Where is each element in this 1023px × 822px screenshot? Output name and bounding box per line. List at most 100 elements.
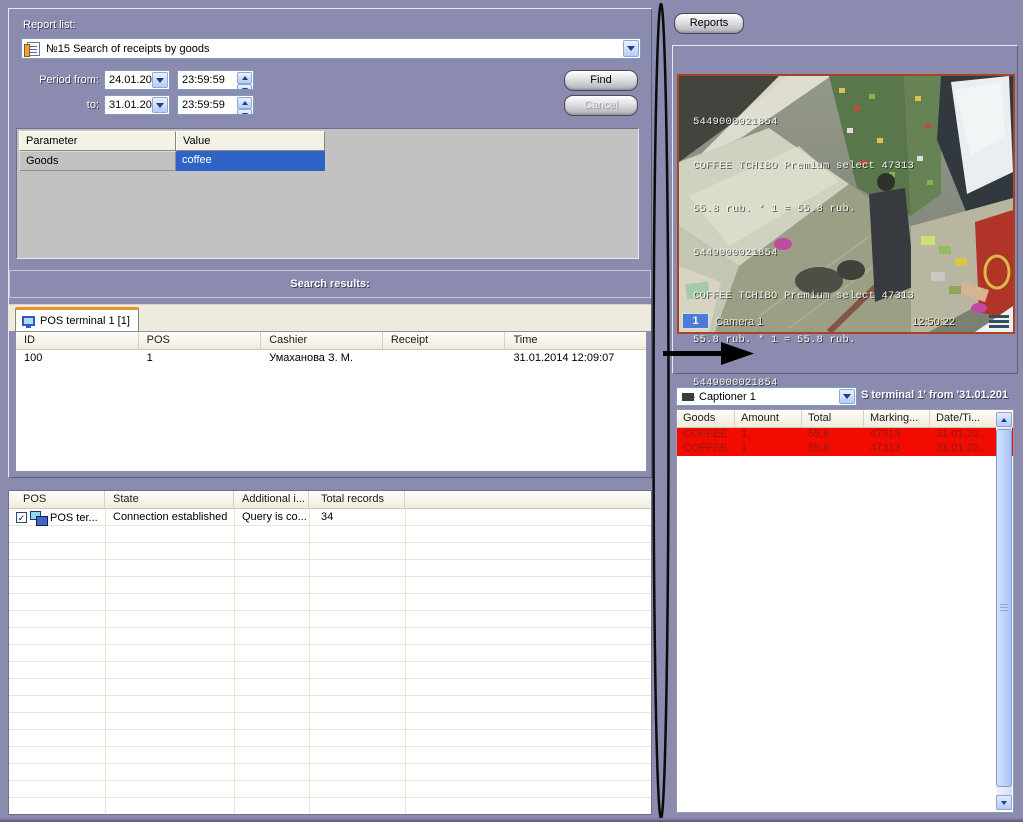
cell-marking: 47313 — [864, 428, 930, 442]
arrow-up-icon — [1001, 415, 1007, 422]
cancel-button[interactable]: Cancel — [564, 95, 638, 116]
chevron-down-icon — [843, 394, 851, 403]
period-to-label: to: — [9, 99, 99, 111]
date-from-dropdown-button[interactable] — [152, 72, 168, 88]
camera-menu-icon[interactable] — [989, 315, 1009, 328]
results-table-header: ID POS Cashier Receipt Time — [16, 332, 646, 350]
spin-down-button[interactable] — [237, 109, 252, 115]
chevron-down-icon — [627, 46, 635, 55]
cell-receipt — [383, 350, 506, 367]
pos-terminal-checkbox[interactable]: ✓ — [16, 512, 27, 523]
scroll-up-button[interactable] — [996, 412, 1012, 427]
time-to-field[interactable]: 23:59:59 — [177, 95, 254, 115]
date-from-field[interactable]: 24.01.2014 — [104, 70, 170, 90]
column-header-date-time[interactable]: Date/Ti... — [930, 410, 997, 427]
column-header-total[interactable]: Total — [802, 410, 864, 427]
column-header-receipt[interactable]: Receipt — [383, 332, 506, 349]
arrow-down-icon — [242, 113, 248, 115]
terminal-tab-strip: POS terminal 1 [1] — [9, 304, 651, 331]
divider-ellipse-annotation — [650, 1, 672, 821]
parameter-column-header[interactable]: Parameter — [19, 131, 176, 151]
camera-timestamp: 12:50:22 — [912, 316, 955, 328]
cell-id: 100 — [16, 350, 139, 367]
date-to-field[interactable]: 31.01.2014 — [104, 95, 170, 115]
time-from-spinner[interactable] — [237, 72, 252, 88]
flow-arrow-annotation — [661, 341, 757, 365]
find-button[interactable]: Find — [564, 70, 638, 91]
status-table-header: POS State Additional i... Total records — [9, 491, 651, 509]
pos-intellect-window: Report list: №15 Search of receipts by g… — [0, 0, 1023, 822]
cell-additional-info: Query is co... — [234, 509, 309, 526]
arrow-down-icon — [242, 88, 248, 90]
camera-number-badge[interactable]: 1 — [682, 313, 709, 329]
report-list-combobox[interactable]: №15 Search of receipts by goods — [21, 38, 641, 59]
time-to-value: 23:59:59 — [178, 99, 225, 111]
captioner-title: S terminal 1' from '31.01.201 — [861, 389, 1008, 401]
reports-button[interactable]: Reports — [674, 13, 744, 34]
search-results-heading: Search results: — [9, 270, 651, 298]
table-row[interactable]: COFFEE ... 1 55,8 47313 31.01.20... — [677, 442, 1013, 456]
captioner-dropdown-button[interactable] — [839, 389, 855, 404]
arrow-down-icon — [1001, 801, 1007, 808]
column-header-additional[interactable]: Additional i... — [234, 491, 309, 508]
column-header-pos[interactable]: POS — [9, 491, 105, 508]
report-icon — [27, 42, 40, 56]
time-from-field[interactable]: 23:59:59 — [177, 70, 254, 90]
chevron-down-icon — [156, 78, 164, 87]
period-from-label: Period from: — [9, 74, 99, 86]
cell-total-records: 34 — [309, 509, 405, 526]
column-header-time[interactable]: Time — [505, 332, 646, 349]
column-header-goods[interactable]: Goods — [677, 410, 735, 427]
column-header-cashier[interactable]: Cashier — [261, 332, 383, 349]
column-header-empty — [405, 491, 651, 508]
column-header-total-records[interactable]: Total records — [309, 491, 405, 508]
table-row[interactable]: 100 1 Умаханова З. М. 31.01.2014 12:09:0… — [16, 350, 646, 367]
cell-date-time: 31.01.20... — [930, 428, 997, 442]
captioner-combobox[interactable]: Captioner 1 — [676, 387, 857, 406]
cell-cashier: Умаханова З. М. — [261, 350, 383, 367]
cell-pos: 1 — [139, 350, 262, 367]
captioner-combo-value: Captioner 1 — [699, 391, 756, 403]
table-row[interactable]: ✓ POS ter... Connection established Quer… — [9, 509, 651, 526]
goods-scrollbar[interactable] — [996, 412, 1012, 810]
arrow-up-icon — [242, 98, 248, 105]
cell-pos: ✓ POS ter... — [9, 509, 105, 526]
spin-up-button[interactable] — [237, 72, 252, 84]
cell-total: 55,8 — [802, 442, 864, 456]
camera-monitor-panel: 5449000021854 COFFEE TCHIBO Premium sele… — [672, 45, 1018, 374]
chevron-down-icon — [156, 103, 164, 112]
parameter-value-cell[interactable]: coffee — [176, 151, 325, 171]
goods-table-header: Goods Amount Total Marking... Date/Ti... — [677, 410, 1013, 428]
time-to-spinner[interactable] — [237, 97, 252, 113]
cell-goods: COFFEE ... — [677, 442, 735, 456]
table-row[interactable]: COFFEE ... 1 55,8 47313 31.01.20... — [677, 428, 1013, 442]
status-table-body: ✓ POS ter... Connection established Quer… — [9, 509, 651, 814]
receipts-results-table: ID POS Cashier Receipt Time 100 1 Умахан… — [15, 331, 647, 472]
spin-up-button[interactable] — [237, 97, 252, 109]
column-header-id[interactable]: ID — [16, 332, 139, 349]
column-header-marking[interactable]: Marking... — [864, 410, 930, 427]
receipt-search-panel: Report list: №15 Search of receipts by g… — [8, 8, 652, 478]
tab-label: POS terminal 1 [1] — [40, 315, 130, 327]
scrollbar-thumb[interactable] — [996, 429, 1012, 787]
scroll-down-button[interactable] — [996, 795, 1012, 810]
arrow-up-icon — [242, 73, 248, 80]
cell-goods: COFFEE ... — [677, 428, 735, 442]
tab-pos-terminal-1[interactable]: POS terminal 1 [1] — [15, 307, 139, 332]
column-header-pos[interactable]: POS — [139, 332, 262, 349]
parameter-cell[interactable]: Goods — [19, 151, 176, 171]
parameter-table: Parameter Value Goods coffee — [16, 128, 639, 259]
spin-down-button[interactable] — [237, 84, 252, 90]
date-to-dropdown-button[interactable] — [152, 97, 168, 113]
report-combo-dropdown-button[interactable] — [623, 40, 639, 57]
goods-caption-table: Goods Amount Total Marking... Date/Ti...… — [676, 409, 1014, 813]
cell-date-time: 31.01.20... — [930, 442, 997, 456]
report-list-label: Report list: — [23, 19, 76, 31]
column-header-state[interactable]: State — [105, 491, 234, 508]
camera-name-label: Camera 1 — [715, 316, 763, 328]
pos-terminal-icon — [22, 316, 35, 326]
report-combo-value: №15 Search of receipts by goods — [46, 42, 209, 55]
value-column-header[interactable]: Value — [176, 131, 325, 151]
camera-video-view[interactable]: 5449000021854 COFFEE TCHIBO Premium sele… — [677, 74, 1015, 334]
column-header-amount[interactable]: Amount — [735, 410, 802, 427]
